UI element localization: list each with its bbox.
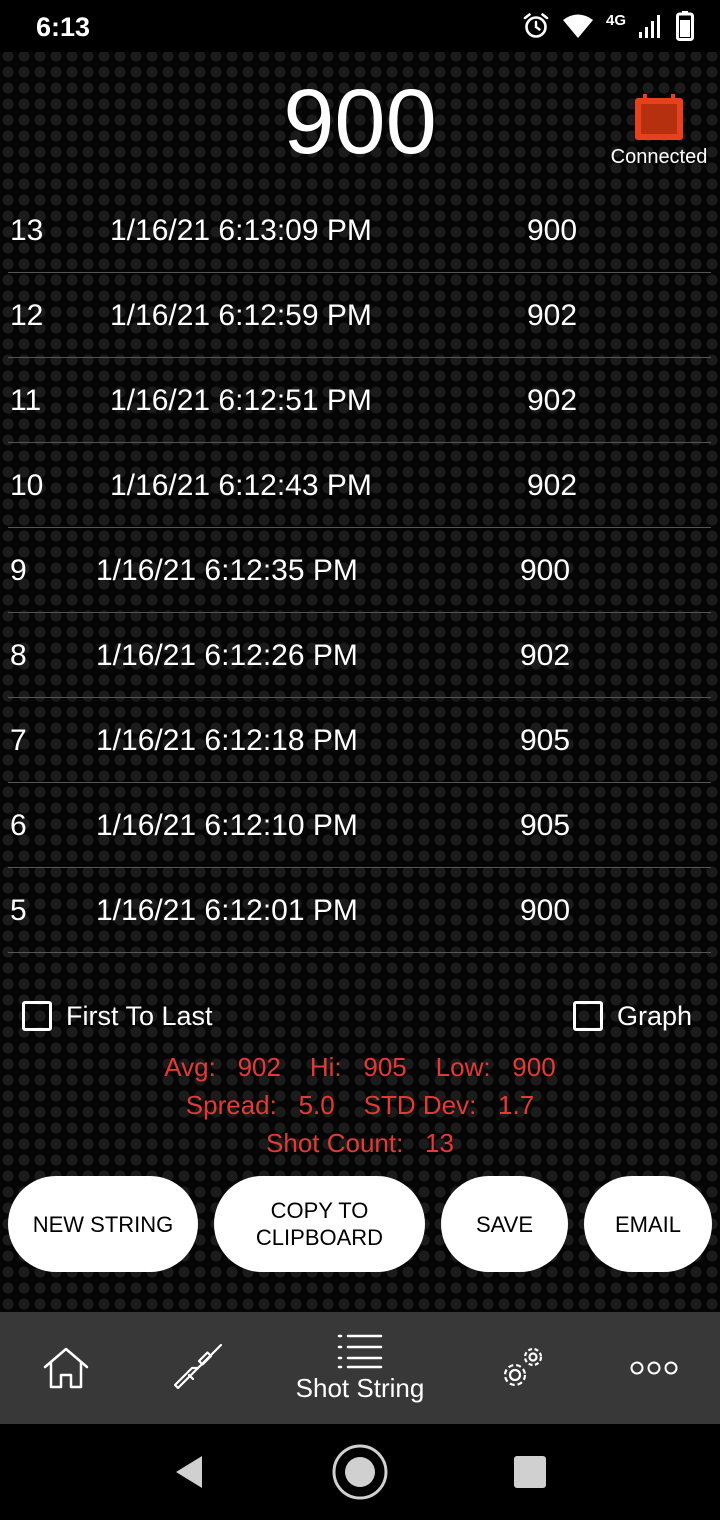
copy-to-clipboard-button[interactable]: COPY TO CLIPBOARD [214,1176,425,1272]
shot-number: 11 [10,384,42,417]
shot-timestamp: 1/16/21 6:12:59 PM [110,299,372,332]
shot-list[interactable]: 13 1/16/21 6:13:09 PM 900 12 1/16/21 6:1… [8,188,711,953]
copy-label-line2: CLIPBOARD [255,1225,384,1250]
avg-value: 902 [237,1052,281,1082]
more-icon [630,1361,678,1375]
shot-timestamp: 1/16/21 6:12:26 PM [96,639,358,672]
shot-velocity: 902 [527,469,578,502]
nav-rifles[interactable] [156,1312,240,1424]
shot-timestamp: 1/16/21 6:12:35 PM [96,554,358,587]
shot-number: 8 [10,639,27,672]
table-row[interactable]: 10 1/16/21 6:12:43 PM 902 [8,443,711,528]
table-row[interactable]: 11 1/16/21 6:12:51 PM 902 [8,358,711,443]
shot-velocity: 905 [520,724,571,757]
system-navigation [0,1424,720,1520]
shot-velocity: 900 [520,894,571,927]
hi-value: 905 [363,1052,407,1082]
table-row[interactable]: 12 1/16/21 6:12:59 PM 902 [8,273,711,358]
shot-number: 12 [10,299,44,332]
avg-label: Avg: [164,1052,216,1082]
nav-settings[interactable] [480,1312,564,1424]
alarm-icon [523,13,549,38]
recents-icon[interactable] [508,1442,552,1502]
chronograph-connection[interactable]: Connected [606,94,712,169]
low-label: Low: [435,1052,491,1082]
back-icon[interactable] [170,1442,210,1502]
shot-velocity: 900 [527,214,578,247]
spread-label: Spread: [185,1090,277,1120]
shot-velocity: 902 [527,384,578,417]
table-row[interactable]: 5 1/16/21 6:12:01 PM 900 [8,868,711,953]
stats-line-count: Shot Count: 13 [0,1124,720,1162]
first-to-last-checkbox[interactable] [22,1001,52,1031]
table-row[interactable]: 13 1/16/21 6:13:09 PM 900 [8,188,711,273]
copy-label-line1: COPY TO [270,1198,369,1223]
first-to-last-label: First To Last [66,1000,213,1031]
new-string-button[interactable]: NEW STRING [8,1176,198,1272]
nav-shot-string-label: Shot String [295,1372,425,1403]
shot-statistics: Avg: 902 Hi: 905 Low: 900 Spread: 5.0 ST… [0,1048,720,1162]
shot-number: 7 [10,724,27,757]
bottom-navigation: Shot String [0,1312,720,1424]
status-bar: 6:13 4G [0,0,720,52]
spread-value: 5.0 [298,1090,335,1120]
shot-timestamp: 1/16/21 6:13:09 PM [110,214,372,247]
std-dev-value: 1.7 [498,1090,535,1120]
network-type-label: 4G [605,11,626,29]
status-icons: 4G [522,10,694,42]
shot-timestamp: 1/16/21 6:12:43 PM [110,469,372,502]
table-row[interactable]: 8 1/16/21 6:12:26 PM 902 [8,613,711,698]
shot-number: 10 [10,469,44,502]
shot-velocity: 900 [520,554,571,587]
nav-shot-string[interactable]: Shot String [270,1312,450,1424]
status-time: 6:13 [36,12,91,42]
shot-timestamp: 1/16/21 6:12:01 PM [96,894,358,927]
save-button[interactable]: SAVE [441,1176,568,1272]
shot-timestamp: 1/16/21 6:12:51 PM [110,384,372,417]
table-row[interactable]: 7 1/16/21 6:12:18 PM 905 [8,698,711,783]
shot-timestamp: 1/16/21 6:12:10 PM [96,809,358,842]
shot-number: 5 [10,894,27,927]
new-string-label: NEW STRING [32,1211,174,1237]
first-to-last-option[interactable]: First To Last [22,998,213,1034]
list-icon [337,1334,383,1368]
email-button[interactable]: EMAIL [584,1176,712,1272]
connection-status: Connected [610,146,708,168]
graph-checkbox[interactable] [573,1001,603,1031]
app-screen: 6:13 4G 900 Connected 13 1/16/21 6:13:09… [0,0,720,1520]
shot-velocity: 905 [520,809,571,842]
email-label: EMAIL [614,1211,682,1237]
shot-number: 6 [10,809,27,842]
stats-line-spread-std: Spread: 5.0 STD Dev: 1.7 [0,1086,720,1124]
shot-timestamp: 1/16/21 6:12:18 PM [96,724,358,757]
graph-option[interactable]: Graph [573,998,692,1034]
shot-number: 13 [10,214,44,247]
low-value: 900 [512,1052,556,1082]
shot-count-value: 13 [425,1128,454,1158]
rifle-icon [173,1343,223,1390]
chronograph-icon [635,94,683,140]
signal-icon [639,15,660,38]
table-row[interactable]: 9 1/16/21 6:12:35 PM 900 [8,528,711,613]
nav-more[interactable] [612,1312,696,1424]
gears-icon [503,1347,543,1387]
wifi-icon [562,14,593,38]
shot-number: 9 [10,554,27,587]
nav-home[interactable] [24,1312,108,1424]
graph-label: Graph [617,1000,693,1031]
shot-count-label: Shot Count: [266,1128,404,1158]
home-circle-icon[interactable] [330,1442,390,1502]
home-icon [43,1347,89,1389]
save-label: SAVE [475,1211,534,1237]
battery-icon [676,11,694,41]
std-dev-label: STD Dev: [363,1090,477,1120]
shot-velocity: 902 [527,299,578,332]
stats-line-avg-hi-low: Avg: 902 Hi: 905 Low: 900 [0,1048,720,1086]
table-row[interactable]: 6 1/16/21 6:12:10 PM 905 [8,783,711,868]
shot-velocity: 902 [520,639,571,672]
hi-label: Hi: [309,1052,342,1082]
